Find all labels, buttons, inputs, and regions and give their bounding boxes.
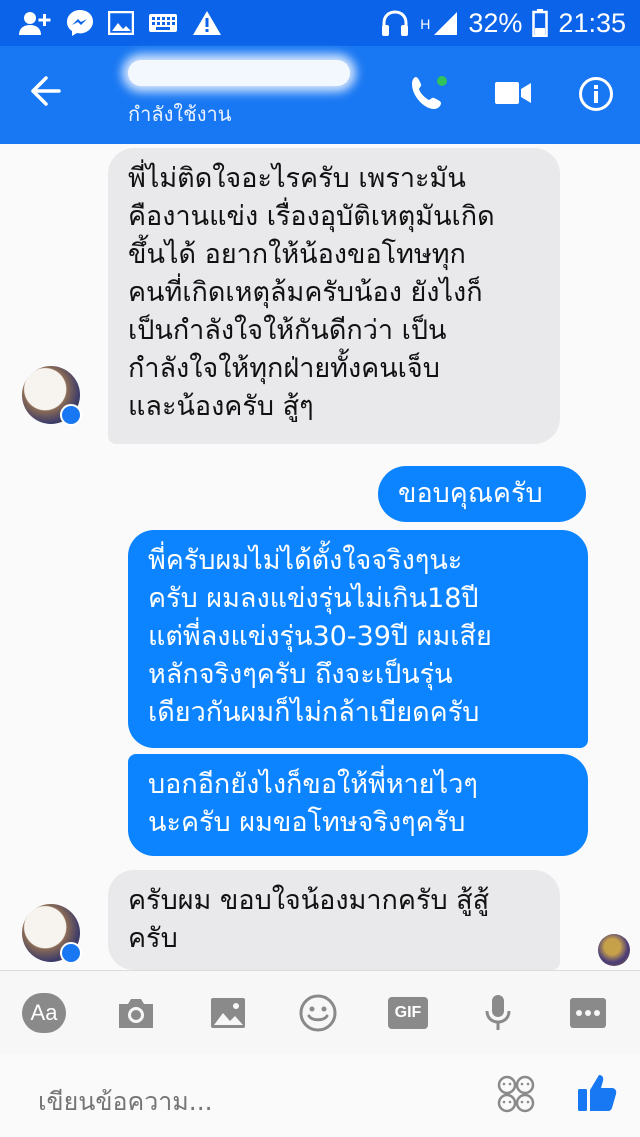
clock: 21:35: [558, 7, 626, 38]
camera-button[interactable]: [114, 991, 158, 1035]
gallery-button[interactable]: [206, 991, 250, 1035]
conversation-header: กำลังใช้งาน: [0, 46, 640, 144]
sticker-faces-icon[interactable]: [496, 1074, 536, 1114]
network-type: H: [420, 15, 431, 32]
gif-button[interactable]: GIF: [386, 991, 430, 1035]
smiley-icon: [299, 994, 337, 1032]
message-input[interactable]: [36, 1080, 460, 1122]
status-bar: H 32% 21:35: [0, 0, 640, 46]
system-icons: H 32% 21:35: [380, 8, 640, 39]
emoji-button[interactable]: [296, 991, 340, 1035]
messenger-badge-icon: [60, 404, 82, 426]
keyboard-icon: [149, 14, 177, 32]
warning-icon: [193, 11, 221, 35]
contact-avatar[interactable]: [22, 904, 82, 964]
message-outgoing[interactable]: พี่ครับผมไม่ได้ตั้งใจจริงๆนะ ครับ ผมลงแข…: [128, 530, 588, 748]
add-friend-icon: [19, 12, 51, 35]
camera-icon: [119, 999, 153, 1028]
message-incoming[interactable]: พี่ไม่ติดใจอะไรครับ เพราะมัน คืองานแข่ง …: [108, 148, 560, 444]
voice-call-icon[interactable]: [406, 72, 450, 116]
microphone-icon: [485, 995, 511, 1030]
more-options-button[interactable]: [566, 991, 610, 1035]
message-list[interactable]: พี่ไม่ติดใจอะไรครับ เพราะมัน คืองานแข่ง …: [0, 144, 640, 970]
back-arrow-icon[interactable]: [28, 74, 62, 108]
contact-avatar[interactable]: [22, 366, 82, 426]
text-format-button[interactable]: Aa: [22, 991, 66, 1035]
battery-icon: [532, 9, 549, 37]
composer-toolbar: Aa GIF: [0, 970, 640, 1055]
messenger-badge-icon: [60, 942, 82, 964]
image-icon: [211, 998, 245, 1028]
headphones-icon: [382, 10, 409, 36]
signal-icon: [434, 12, 458, 35]
text-format-label: Aa: [22, 993, 66, 1033]
video-call-icon[interactable]: [494, 78, 532, 108]
message-outgoing[interactable]: ขอบคุณครับ: [378, 466, 586, 522]
more-dots-icon: [570, 998, 606, 1028]
composer: [0, 1054, 640, 1137]
voice-button[interactable]: [476, 991, 520, 1035]
gif-label: GIF: [388, 997, 428, 1029]
message-incoming[interactable]: ครับผม ขอบใจน้องมากครับ สู้สู้ ครับ: [108, 870, 560, 970]
info-icon[interactable]: [578, 76, 614, 112]
like-thumb-icon[interactable]: [576, 1070, 618, 1114]
contact-name-redacted[interactable]: [128, 60, 350, 86]
notification-icons: [0, 9, 222, 37]
contact-status: กำลังใช้งาน: [128, 102, 232, 126]
gallery-icon: [108, 11, 134, 35]
message-outgoing[interactable]: บอกอีกยังไงก็ขอให้พี่หายไวๆ นะครับ ผมขอโ…: [128, 754, 588, 856]
battery-percent: 32%: [468, 7, 523, 38]
messenger-icon: [67, 10, 93, 36]
seen-indicator-avatar: [598, 934, 630, 966]
